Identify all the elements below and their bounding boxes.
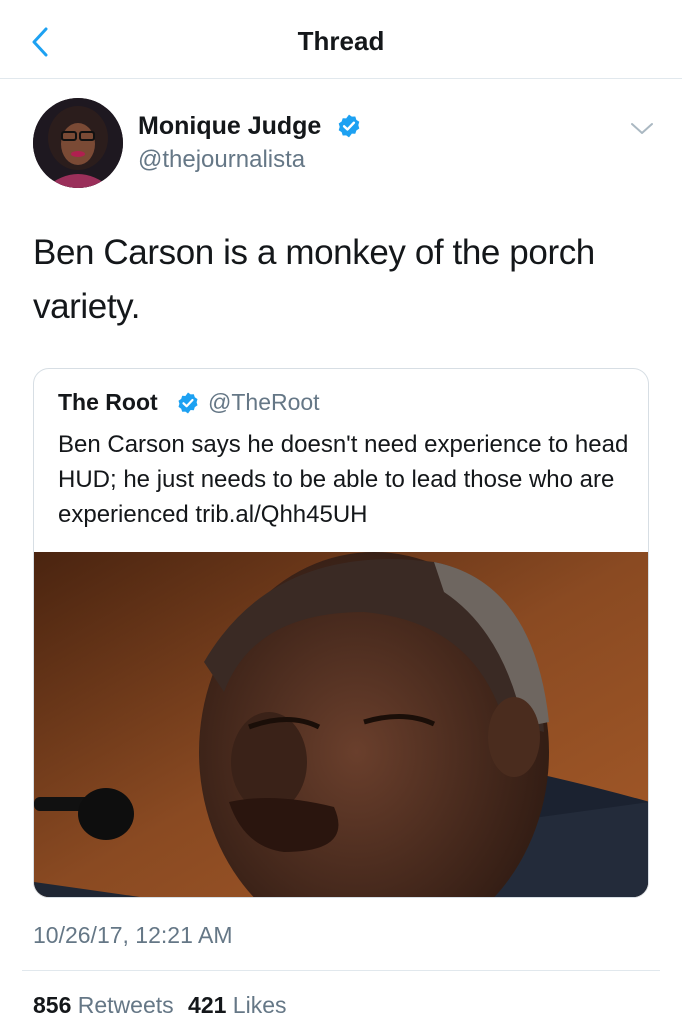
nav-bar: Thread — [0, 0, 682, 79]
chevron-down-icon[interactable] — [628, 118, 656, 140]
tweet-timestamp: 10/26/17, 12:21 AM — [33, 922, 233, 948]
likes-label: Likes — [232, 992, 287, 1018]
quoted-author-name: The Root — [58, 389, 158, 415]
avatar[interactable] — [33, 98, 123, 188]
retweets-label: Retweets — [77, 992, 174, 1018]
divider — [22, 970, 660, 971]
page-title: Thread — [297, 26, 385, 56]
thread-screen: Thread Monique Judge @thejournalista Ben… — [0, 0, 682, 1024]
author-name[interactable]: Monique Judge — [138, 112, 321, 141]
photo-of-man-speaking-at-microphone — [34, 552, 648, 897]
retweets-stat[interactable]: 856 Retweets — [33, 992, 180, 1018]
author-handle[interactable]: @thejournalista — [138, 146, 305, 174]
quoted-tweet-photo[interactable] — [34, 552, 648, 897]
verified-badge-icon — [338, 114, 360, 138]
avatar-image — [33, 98, 123, 188]
likes-count: 421 — [188, 992, 227, 1018]
likes-stat[interactable]: 421 Likes — [188, 992, 286, 1018]
quoted-author-handle: @TheRoot — [208, 389, 320, 415]
retweets-count: 856 — [33, 992, 72, 1018]
tweet-text: Ben Carson is a monkey of the porch vari… — [33, 233, 595, 326]
verified-badge-icon — [178, 392, 198, 414]
quoted-tweet-card[interactable]: The Root @TheRoot Ben Carson says he doe… — [33, 368, 649, 898]
quoted-tweet-text: Ben Carson says he doesn't need experien… — [58, 431, 629, 528]
tweet-stats: 856 Retweets 421 Likes — [33, 992, 287, 1019]
